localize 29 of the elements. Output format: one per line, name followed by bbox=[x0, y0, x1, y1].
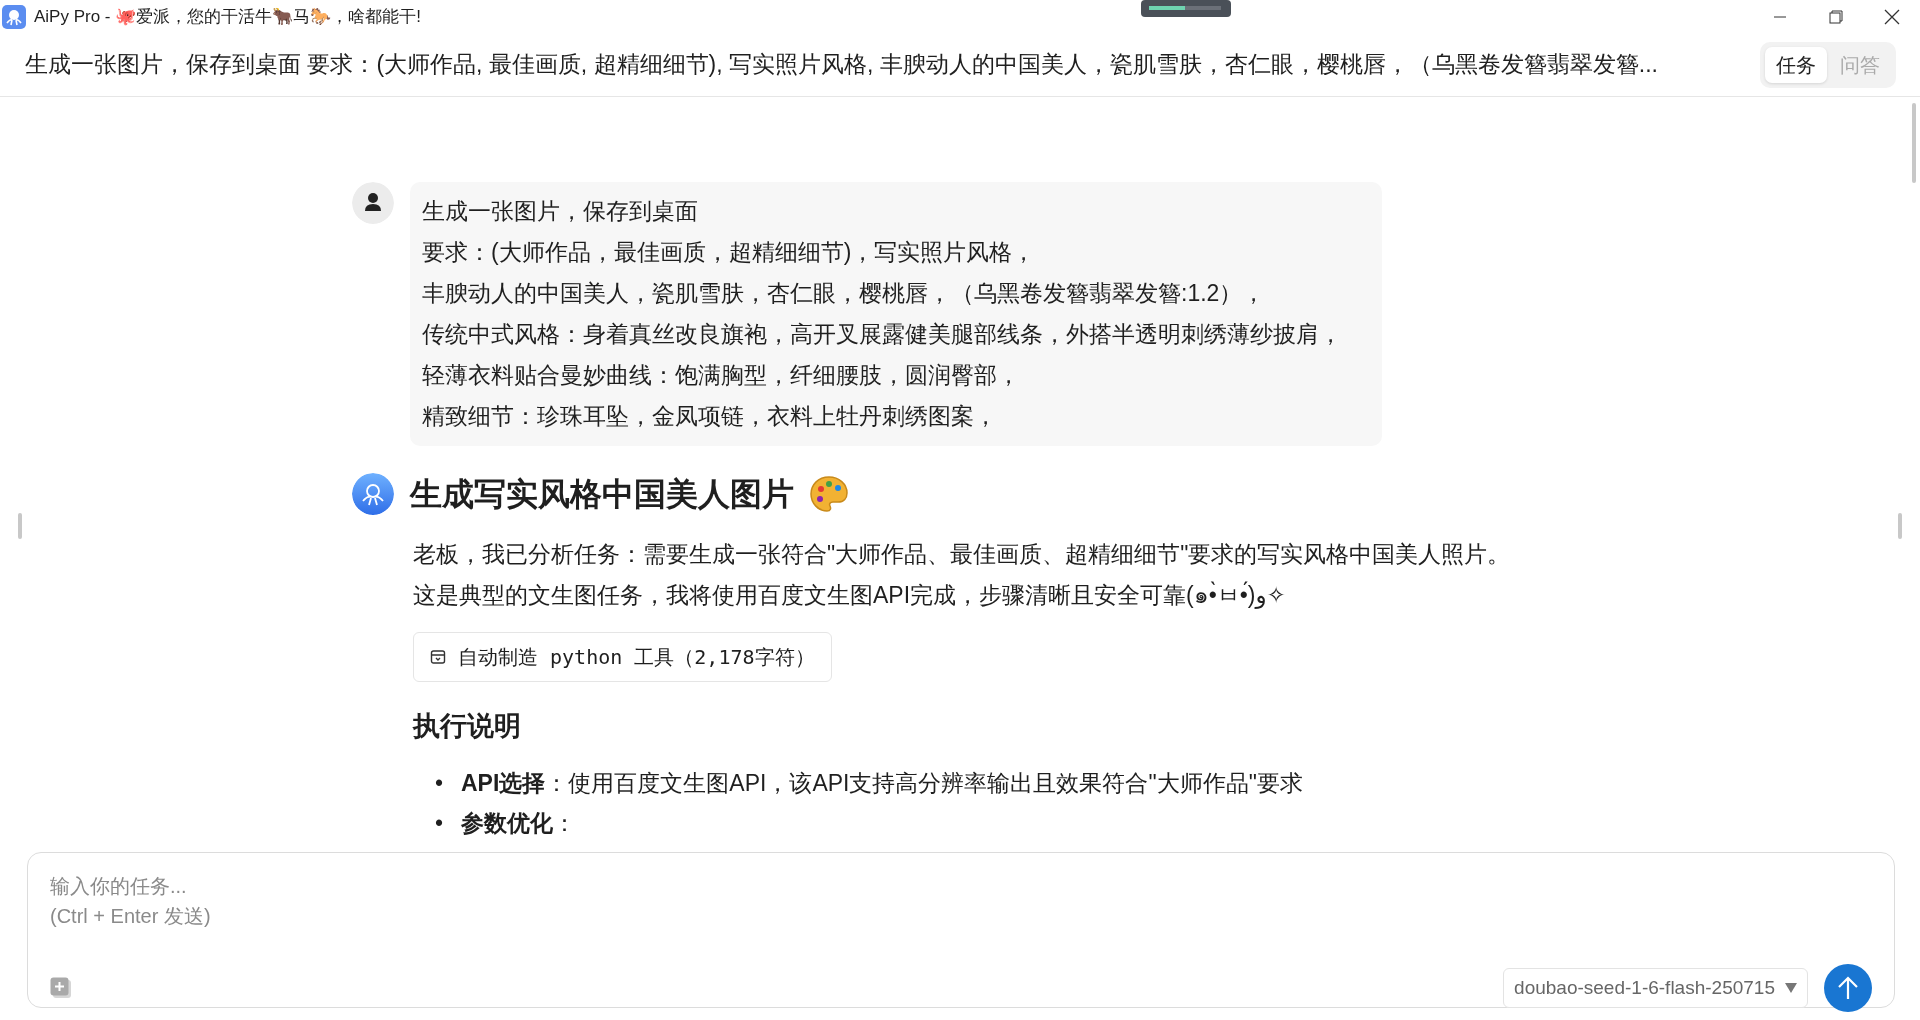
message-line: 丰腴动人的中国美人，瓷肌雪肤，杏仁眼，樱桃唇，（乌黑卷发簪翡翠发簪:1.2）， bbox=[422, 279, 1267, 308]
message-line: 精致细节：珍珠耳坠，金凤项链，衣料上牡丹刺绣图案， bbox=[422, 402, 998, 431]
attach-icon[interactable] bbox=[50, 977, 72, 999]
message-line: 要求：(大师作品，最佳画质，超精细细节)，写实照片风格， bbox=[422, 238, 1037, 267]
tab[interactable]: 任务 bbox=[1765, 46, 1827, 83]
section-heading: 执行说明 bbox=[413, 710, 522, 743]
send-button[interactable] bbox=[1824, 964, 1872, 1012]
close-icon[interactable] bbox=[1884, 8, 1900, 25]
message-line: 生成一张图片，保存到桌面 bbox=[422, 197, 699, 226]
palette-icon bbox=[810, 476, 848, 512]
list-item: API选择：使用百度文生图API，该API支持高分辨率输出且效果符合"大师作品"要求 bbox=[461, 768, 1303, 798]
bullet-marker: • bbox=[435, 768, 445, 798]
list-item: 参数优化： bbox=[461, 808, 576, 838]
task-title: 生成一张图片，保存到桌面 要求：(大师作品, 最佳画质, 超精细细节), 写实照片风格, 丰腴动人的中国美人，瓷肌雪肤，杏仁眼，樱桃唇，（乌黑卷发簪翡翠发簪... bbox=[25, 50, 1659, 80]
restore-icon[interactable] bbox=[1829, 9, 1843, 24]
model-select[interactable]: doubao-seed-1-6-flash-250715 bbox=[1503, 967, 1808, 1009]
assistant-message: 老板，我已分析任务：需要生成一张符合"大师作品、最佳画质、超精细细节"要求的写实风格中国美人照片。这是典型的文生图任务，我将使用百度文生图API完成，步骤清晰且安全可靠(๑•̀ㅂ•́)و✧ bbox=[413, 540, 1512, 611]
meter-widget-icon bbox=[1141, 0, 1232, 17]
user-avatar-icon bbox=[352, 182, 394, 224]
dropdown-caret-icon bbox=[1785, 983, 1797, 993]
window-title: AiPy Pro - 🐙爱派，您的干活牛🐂马🐎，啥都能干! bbox=[34, 5, 421, 28]
app-logo-icon bbox=[2, 4, 26, 29]
assistant-avatar-icon bbox=[352, 473, 394, 515]
bullet-marker: • bbox=[435, 808, 445, 838]
box-icon bbox=[430, 649, 446, 665]
message-line: 传统中式风格：身着真丝改良旗袍，高开叉展露健美腿部线条，外搭半透明刺绣薄纱披肩， bbox=[422, 320, 1343, 349]
message-line: 轻薄衣料贴合曼妙曲线：饱满胸型，纤细腰肢，圆润臀部， bbox=[422, 361, 1021, 390]
message-heading: 生成写实风格中国美人图片 bbox=[410, 475, 794, 514]
tool-chip[interactable]: 自动制造 python 工具（2,178字符） bbox=[413, 632, 832, 682]
